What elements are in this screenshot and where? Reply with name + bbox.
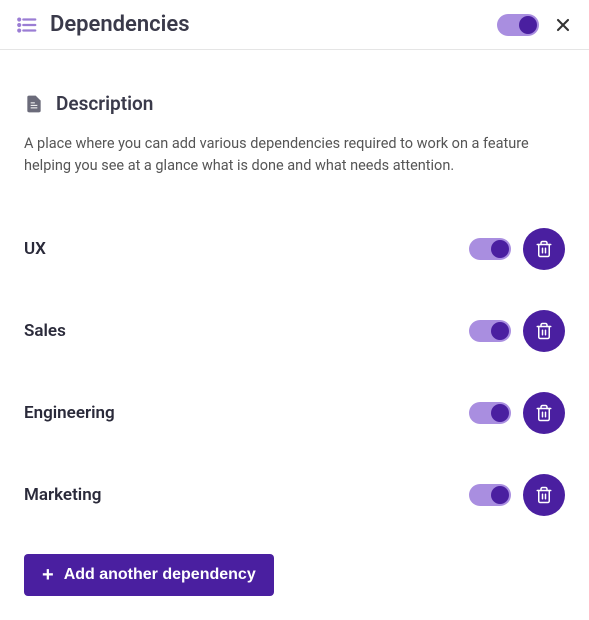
- dependency-controls: [469, 392, 565, 434]
- toggle-knob: [491, 240, 509, 258]
- dependency-label: Sales: [24, 321, 469, 341]
- add-dependency-button[interactable]: + Add another dependency: [24, 554, 274, 596]
- dependency-controls: [469, 228, 565, 270]
- delete-button[interactable]: [523, 474, 565, 516]
- delete-button[interactable]: [523, 310, 565, 352]
- dependency-toggle[interactable]: [469, 238, 511, 260]
- dependency-label: Marketing: [24, 485, 469, 505]
- add-button-label: Add another dependency: [64, 566, 256, 584]
- header-left: Dependencies: [16, 12, 190, 37]
- dependency-label: Engineering: [24, 403, 469, 423]
- dependency-list: UX Sales Engineering Marketing: [24, 208, 565, 536]
- toggle-knob: [491, 322, 509, 340]
- close-button[interactable]: [553, 15, 573, 35]
- main-toggle[interactable]: [497, 14, 539, 36]
- dependency-row: UX: [24, 208, 565, 290]
- toggle-knob: [491, 486, 509, 504]
- section-header: Description: [24, 92, 565, 115]
- section-title: Description: [56, 92, 153, 115]
- description-text: A place where you can add various depend…: [24, 133, 565, 178]
- dependency-controls: [469, 474, 565, 516]
- header: Dependencies: [0, 0, 589, 50]
- dependency-row: Marketing: [24, 454, 565, 536]
- dependency-row: Sales: [24, 290, 565, 372]
- toggle-knob: [491, 404, 509, 422]
- dependency-controls: [469, 310, 565, 352]
- header-right: [497, 14, 573, 36]
- list-icon: [16, 14, 38, 36]
- toggle-knob: [519, 16, 537, 34]
- delete-button[interactable]: [523, 392, 565, 434]
- dependency-toggle[interactable]: [469, 484, 511, 506]
- plus-icon: +: [42, 565, 54, 585]
- page-title: Dependencies: [50, 12, 190, 37]
- dependency-row: Engineering: [24, 372, 565, 454]
- document-icon: [24, 93, 44, 115]
- dependency-toggle[interactable]: [469, 320, 511, 342]
- dependency-label: UX: [24, 239, 469, 259]
- content: Description A place where you can add va…: [0, 50, 589, 620]
- dependency-toggle[interactable]: [469, 402, 511, 424]
- delete-button[interactable]: [523, 228, 565, 270]
